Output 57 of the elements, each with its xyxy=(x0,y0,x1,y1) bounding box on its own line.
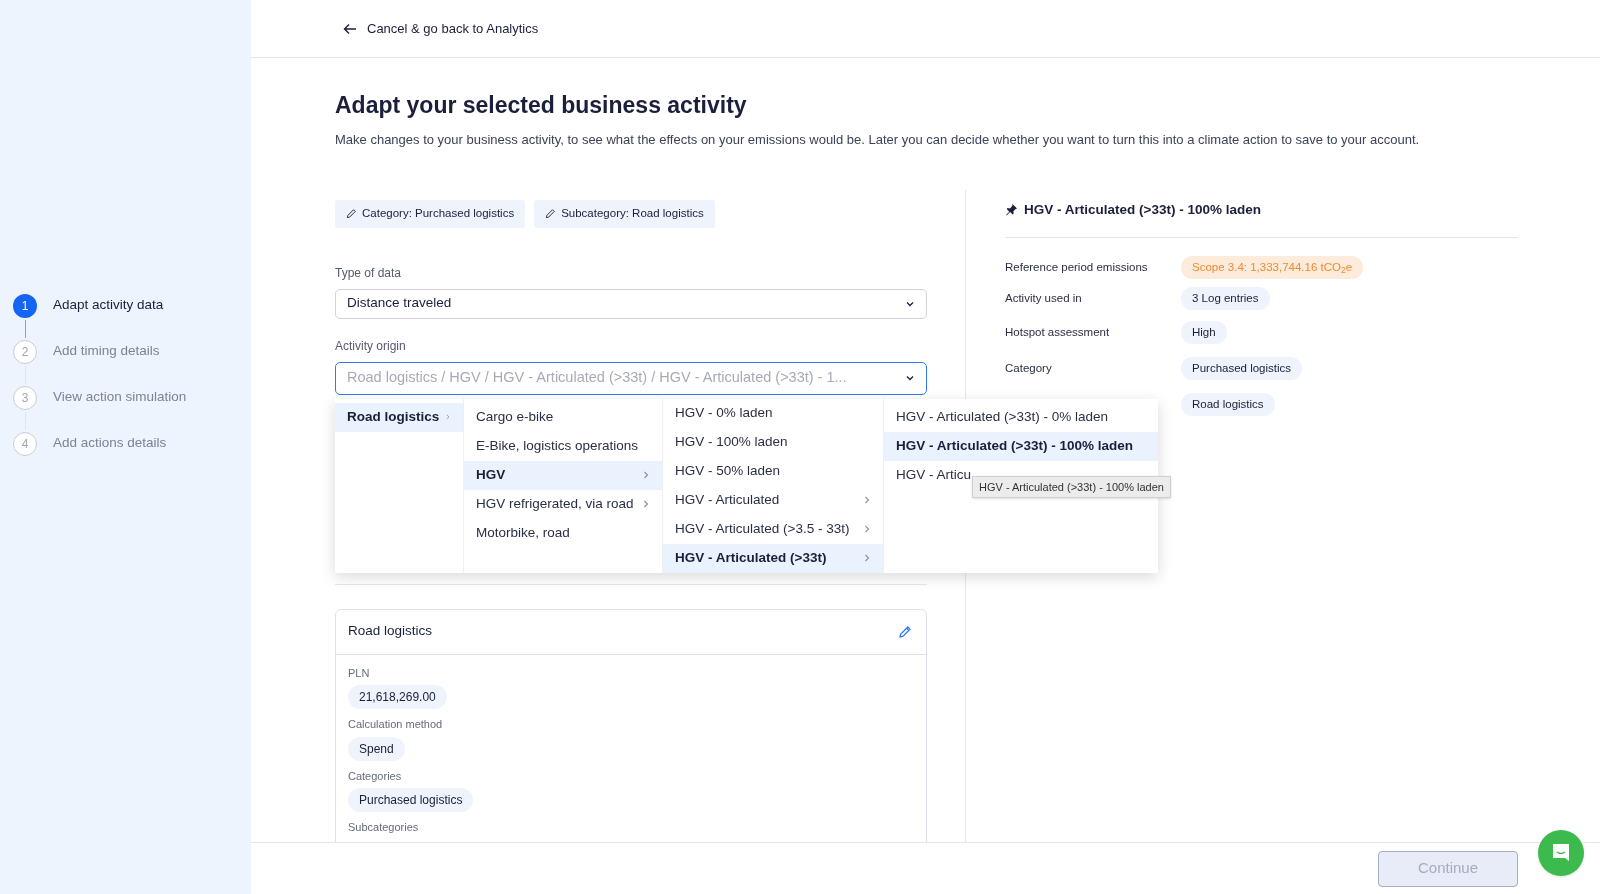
step-label[interactable]: Add timing details xyxy=(53,341,160,362)
page-description: Make changes to your business activity, to see what the effects on your emissions would be. Later you can decide whether you want to turn this into a climate action to save to your account. xyxy=(335,131,1421,149)
tooltip: HGV - Articulated (>33t) - 100% laden xyxy=(972,475,1171,498)
filter-chip[interactable]: Category: Purchased logistics xyxy=(335,199,526,228)
chat-button[interactable] xyxy=(1538,830,1584,876)
value-chip: 21,618,269.00 xyxy=(348,685,447,709)
menu-item[interactable]: HGV - Articulated (>33t) - 0% laden xyxy=(884,402,1158,432)
summary-title: HGV - Articulated (>33t) - 100% laden xyxy=(1024,200,1261,219)
pin-icon xyxy=(1005,203,1018,217)
field-label: Type of data xyxy=(335,264,403,282)
field-label: PLN xyxy=(348,665,370,681)
chevron-down-icon xyxy=(905,373,915,383)
field-label: Activity origin xyxy=(335,337,407,355)
back-link[interactable]: Cancel & go back to Analytics xyxy=(343,18,539,39)
step-label[interactable]: View action simulation xyxy=(53,387,187,408)
emissions-badge: Scope 3.4: 1,333,744.16 tCO$_{2}$e xyxy=(1181,255,1364,279)
step-label[interactable]: Adapt activity data xyxy=(53,295,164,316)
menu-item[interactable]: HGV - Articulated (>3.5 - 33t) xyxy=(663,514,883,544)
value-chip: 3 Log entries xyxy=(1181,286,1270,310)
summary-label: Category xyxy=(1005,361,1053,377)
summary-label: Hotspot assessment xyxy=(1005,324,1111,340)
menu-item[interactable]: HGV - Articulated (>33t) xyxy=(663,543,883,573)
pencil-icon xyxy=(545,208,557,219)
step-label[interactable]: Add actions details xyxy=(53,433,167,454)
field-label: Subcategories xyxy=(348,820,419,835)
value-chip: High xyxy=(1181,320,1227,344)
menu-item[interactable]: Cargo e-bike xyxy=(464,402,662,432)
menu-item[interactable]: HGV - Articulated (>33t) - 100% laden xyxy=(884,431,1158,461)
menu-item[interactable]: HGV refrigerated, via road xyxy=(464,489,662,519)
menu-item[interactable]: HGV - 50% laden xyxy=(663,456,883,486)
step-number: 2 xyxy=(13,339,37,364)
menu-item[interactable]: HGV - 100% laden xyxy=(663,427,883,457)
value-chip: Road logistics xyxy=(1181,393,1275,417)
menu-item[interactable]: Road logistics xyxy=(335,402,463,432)
field-label: Calculation method xyxy=(348,717,443,732)
value-chip: Purchased logistics xyxy=(1181,357,1303,381)
type-of-data-select[interactable]: Distance traveled xyxy=(335,288,927,319)
value-chip: Spend xyxy=(348,736,405,761)
page-title: Adapt your selected business activity xyxy=(335,91,748,120)
menu-item[interactable]: Motorbike, road xyxy=(464,518,662,548)
step-number: 1 xyxy=(13,293,37,318)
card-title: Road logistics xyxy=(348,622,433,641)
pencil-icon xyxy=(346,208,357,219)
value-chip: Purchased logistics xyxy=(348,788,474,812)
field-label: Categories xyxy=(348,768,402,784)
step-number: 4 xyxy=(13,431,37,456)
menu-item[interactable]: HGV - Articulated xyxy=(663,485,883,515)
chat-icon xyxy=(1550,842,1572,864)
step-number: 3 xyxy=(13,385,37,410)
back-arrow-icon xyxy=(343,22,357,35)
filter-chip[interactable]: Subcategory: Road logistics xyxy=(534,199,715,228)
menu-item[interactable]: HGV xyxy=(464,460,662,490)
pencil-icon xyxy=(898,624,912,639)
menu-item[interactable]: E-Bike, logistics operations xyxy=(464,431,662,461)
menu-item[interactable]: HGV - 0% laden xyxy=(663,398,883,428)
summary-label: Reference period emissions xyxy=(1005,259,1149,275)
summary-label: Activity used in xyxy=(1005,290,1083,306)
